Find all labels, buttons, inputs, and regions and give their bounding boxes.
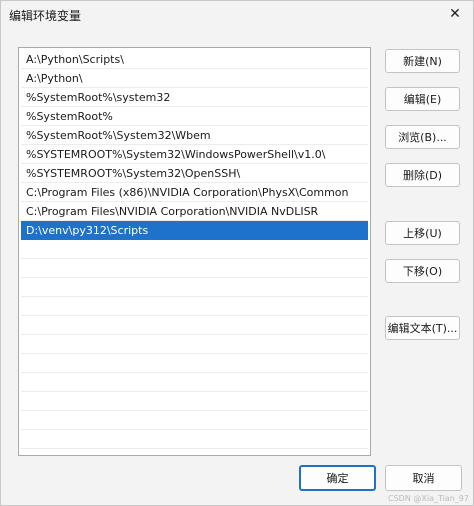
empty-row — [21, 278, 368, 297]
empty-row — [21, 335, 368, 354]
empty-row — [21, 430, 368, 449]
move-up-button[interactable]: 上移(U) — [385, 221, 460, 245]
list-item[interactable]: %SYSTEMROOT%\System32\OpenSSH\ — [21, 164, 368, 183]
list-item[interactable]: A:\Python\ — [21, 69, 368, 88]
list-item[interactable]: C:\Program Files (x86)\NVIDIA Corporatio… — [21, 183, 368, 202]
empty-row — [21, 240, 368, 259]
list-item[interactable]: %SystemRoot%\System32\Wbem — [21, 126, 368, 145]
browse-button[interactable]: 浏览(B)... — [385, 125, 460, 149]
empty-row — [21, 316, 368, 335]
dialog-title: 编辑环境变量 — [9, 9, 82, 23]
list-item-selected[interactable]: D:\venv\py312\Scripts — [21, 221, 368, 240]
new-button[interactable]: 新建(N) — [385, 49, 460, 73]
empty-row — [21, 259, 368, 278]
list-item[interactable]: C:\Program Files\NVIDIA Corporation\NVID… — [21, 202, 368, 221]
empty-row — [21, 354, 368, 373]
edit-button[interactable]: 编辑(E) — [385, 87, 460, 111]
cancel-button[interactable]: 取消 — [385, 465, 462, 491]
empty-row — [21, 411, 368, 430]
empty-row — [21, 392, 368, 411]
edit-env-var-dialog: 编辑环境变量 ✕ A:\Python\Scripts\ A:\Python\ %… — [0, 0, 474, 506]
close-icon[interactable]: ✕ — [443, 3, 467, 25]
empty-row — [21, 373, 368, 392]
watermark: CSDN @Xia_Tian_97 — [388, 494, 469, 503]
move-down-button[interactable]: 下移(O) — [385, 259, 460, 283]
delete-button[interactable]: 删除(D) — [385, 163, 460, 187]
list-item[interactable]: %SYSTEMROOT%\System32\WindowsPowerShell\… — [21, 145, 368, 164]
empty-row — [21, 297, 368, 316]
title-bar: 编辑环境变量 ✕ — [1, 1, 473, 29]
list-item[interactable]: %SystemRoot% — [21, 107, 368, 126]
edit-text-button[interactable]: 编辑文本(T)... — [385, 316, 460, 340]
list-item[interactable]: A:\Python\Scripts\ — [21, 50, 368, 69]
list-item[interactable]: %SystemRoot%\system32 — [21, 88, 368, 107]
ok-button[interactable]: 确定 — [299, 465, 376, 491]
path-list[interactable]: A:\Python\Scripts\ A:\Python\ %SystemRoo… — [18, 47, 371, 456]
